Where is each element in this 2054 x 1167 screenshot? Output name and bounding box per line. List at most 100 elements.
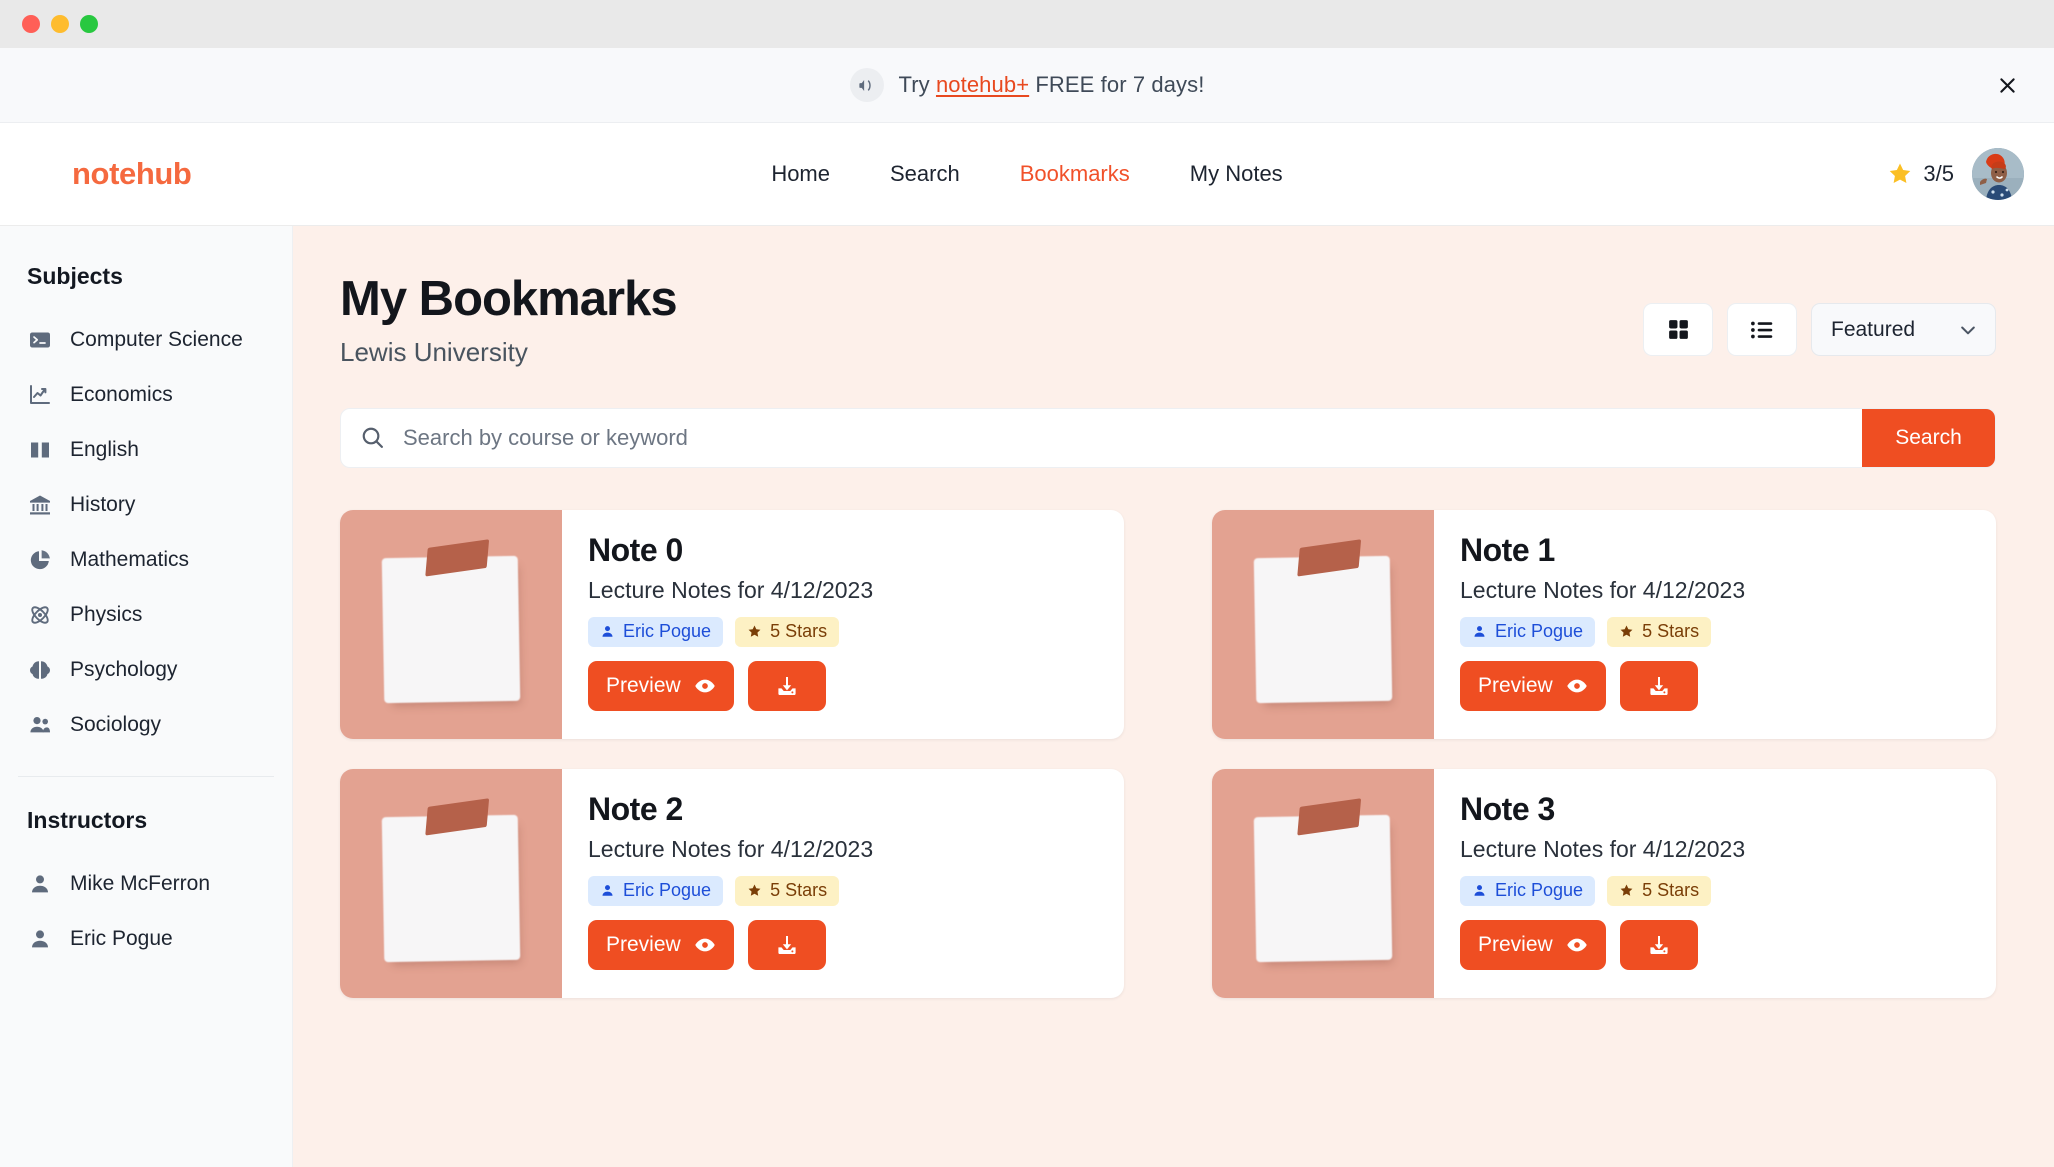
person-icon xyxy=(27,926,53,952)
author-badge[interactable]: Eric Pogue xyxy=(1460,875,1596,906)
sidebar-item-history[interactable]: History xyxy=(0,477,292,532)
page-subtitle: Lewis University xyxy=(340,336,528,367)
card-actions: Preview xyxy=(1460,919,1972,970)
users-icon xyxy=(27,712,53,738)
torn-paper-thumbnail xyxy=(1212,509,1434,739)
sidebar-item-label: Mike McFerron xyxy=(70,871,211,895)
brand-logo[interactable]: notehub xyxy=(72,156,192,192)
tape-graphic xyxy=(1297,798,1362,836)
sidebar-item-economics[interactable]: Economics xyxy=(0,367,292,422)
tape-graphic xyxy=(1297,539,1362,577)
list-view-icon xyxy=(1749,317,1775,343)
author-badge[interactable]: Eric Pogue xyxy=(1460,616,1596,647)
sort-dropdown[interactable]: Featured xyxy=(1811,303,1996,356)
chart-line-icon xyxy=(27,382,53,408)
window-minimize-button[interactable] xyxy=(51,15,69,33)
list-view-button[interactable] xyxy=(1727,303,1797,356)
download-button[interactable] xyxy=(747,660,826,711)
sidebar-item-english[interactable]: English xyxy=(0,422,292,477)
nav-item-home[interactable]: Home xyxy=(771,161,830,187)
terminal-icon xyxy=(27,327,53,353)
download-button[interactable] xyxy=(747,919,826,970)
card-badges: Eric Pogue 5 Stars xyxy=(588,616,1100,647)
window-close-button[interactable] xyxy=(22,15,40,33)
card-title: Note 2 xyxy=(588,790,683,827)
book-open-icon xyxy=(27,437,53,463)
card-actions: Preview xyxy=(588,919,1100,970)
preview-button-label: Preview xyxy=(1478,932,1553,956)
user-rating[interactable]: 3/5 xyxy=(1887,161,1954,187)
author-badge-label: Eric Pogue xyxy=(623,621,712,642)
window-title-bar xyxy=(0,0,2054,48)
sidebar-item-eric-pogue[interactable]: Eric Pogue xyxy=(0,911,292,966)
page-header-text: My Bookmarks Lewis University xyxy=(340,272,678,368)
grid-view-button[interactable] xyxy=(1643,303,1713,356)
star-icon xyxy=(1620,884,1633,897)
paper-graphic xyxy=(1257,798,1389,959)
sidebar-item-sociology[interactable]: Sociology xyxy=(0,697,292,752)
download-icon xyxy=(1650,676,1668,695)
nav-item-bookmarks[interactable]: Bookmarks xyxy=(1020,161,1130,187)
nav-right-cluster: 3/5 xyxy=(1887,148,2024,200)
rating-badge-label: 5 Stars xyxy=(1642,621,1700,642)
author-badge[interactable]: Eric Pogue xyxy=(588,616,724,647)
bookmark-card[interactable]: Note 1 Lecture Notes for 4/12/2023 Eric … xyxy=(1212,509,1996,739)
promo-banner: Try notehub+ FREE for 7 days! xyxy=(0,48,2054,123)
download-button[interactable] xyxy=(1619,660,1698,711)
bookmark-card[interactable]: Note 3 Lecture Notes for 4/12/2023 Eric … xyxy=(1212,768,1996,998)
preview-button[interactable]: Preview xyxy=(588,660,734,711)
bookmark-card[interactable]: Note 2 Lecture Notes for 4/12/2023 Eric … xyxy=(340,768,1124,998)
sidebar-item-mathematics[interactable]: Mathematics xyxy=(0,532,292,587)
download-button[interactable] xyxy=(1619,919,1698,970)
torn-paper-thumbnail xyxy=(1212,768,1434,998)
sidebar-item-psychology[interactable]: Psychology xyxy=(0,642,292,697)
search-input[interactable] xyxy=(403,408,1862,467)
card-body: Note 0 Lecture Notes for 4/12/2023 Eric … xyxy=(562,510,1124,739)
rating-count: 3/5 xyxy=(1923,161,1954,186)
person-icon xyxy=(1474,626,1485,638)
author-badge[interactable]: Eric Pogue xyxy=(588,875,724,906)
eye-icon xyxy=(694,679,715,693)
rating-badge-label: 5 Stars xyxy=(770,621,828,642)
nav-item-search[interactable]: Search xyxy=(890,161,960,187)
sidebar-item-physics[interactable]: Physics xyxy=(0,587,292,642)
author-badge-label: Eric Pogue xyxy=(623,880,712,901)
preview-button-label: Preview xyxy=(606,673,681,697)
promo-link[interactable]: notehub+ xyxy=(936,72,1029,97)
tape-graphic xyxy=(425,539,490,577)
card-badges: Eric Pogue 5 Stars xyxy=(1460,875,1972,906)
search-bar: Search xyxy=(340,407,1996,468)
atom-icon xyxy=(27,602,53,628)
card-subtitle: Lecture Notes for 4/12/2023 xyxy=(588,835,874,862)
preview-button[interactable]: Preview xyxy=(588,919,734,970)
card-subtitle: Lecture Notes for 4/12/2023 xyxy=(588,576,874,603)
preview-button[interactable]: Preview xyxy=(1460,919,1606,970)
nav-item-my-notes[interactable]: My Notes xyxy=(1190,161,1283,187)
window-maximize-button[interactable] xyxy=(80,15,98,33)
rating-badge-label: 5 Stars xyxy=(1642,880,1700,901)
sidebar-heading-subjects: Subjects xyxy=(27,263,123,289)
rating-badge: 5 Stars xyxy=(1607,616,1712,647)
eye-icon xyxy=(694,938,715,952)
download-icon xyxy=(778,676,796,695)
search-button[interactable]: Search xyxy=(1862,408,1995,467)
bank-icon xyxy=(27,492,53,518)
preview-button[interactable]: Preview xyxy=(1460,660,1606,711)
pie-chart-icon xyxy=(27,547,53,573)
close-icon[interactable] xyxy=(1990,68,2024,102)
promo-banner-content: Try notehub+ FREE for 7 days! xyxy=(849,68,1205,102)
avatar[interactable] xyxy=(1972,148,2024,200)
sidebar-item-mike-mcferron[interactable]: Mike McFerron xyxy=(0,856,292,911)
bookmark-card[interactable]: Note 0 Lecture Notes for 4/12/2023 Eric … xyxy=(340,509,1124,739)
person-icon xyxy=(602,626,613,638)
page-title: My Bookmarks xyxy=(340,272,678,326)
main-content: My Bookmarks Lewis University Featured S… xyxy=(293,226,2054,1167)
preview-button-label: Preview xyxy=(606,932,681,956)
view-controls: Featured xyxy=(1643,273,1996,356)
rating-badge-label: 5 Stars xyxy=(770,880,828,901)
preview-button-label: Preview xyxy=(1478,673,1553,697)
sidebar-item-computer-science[interactable]: Computer Science xyxy=(0,312,292,367)
sort-dropdown-value: Featured xyxy=(1831,317,1916,341)
main-nav: Home Search Bookmarks My Notes xyxy=(771,161,1282,187)
promo-text-after: FREE for 7 days! xyxy=(1029,72,1205,97)
